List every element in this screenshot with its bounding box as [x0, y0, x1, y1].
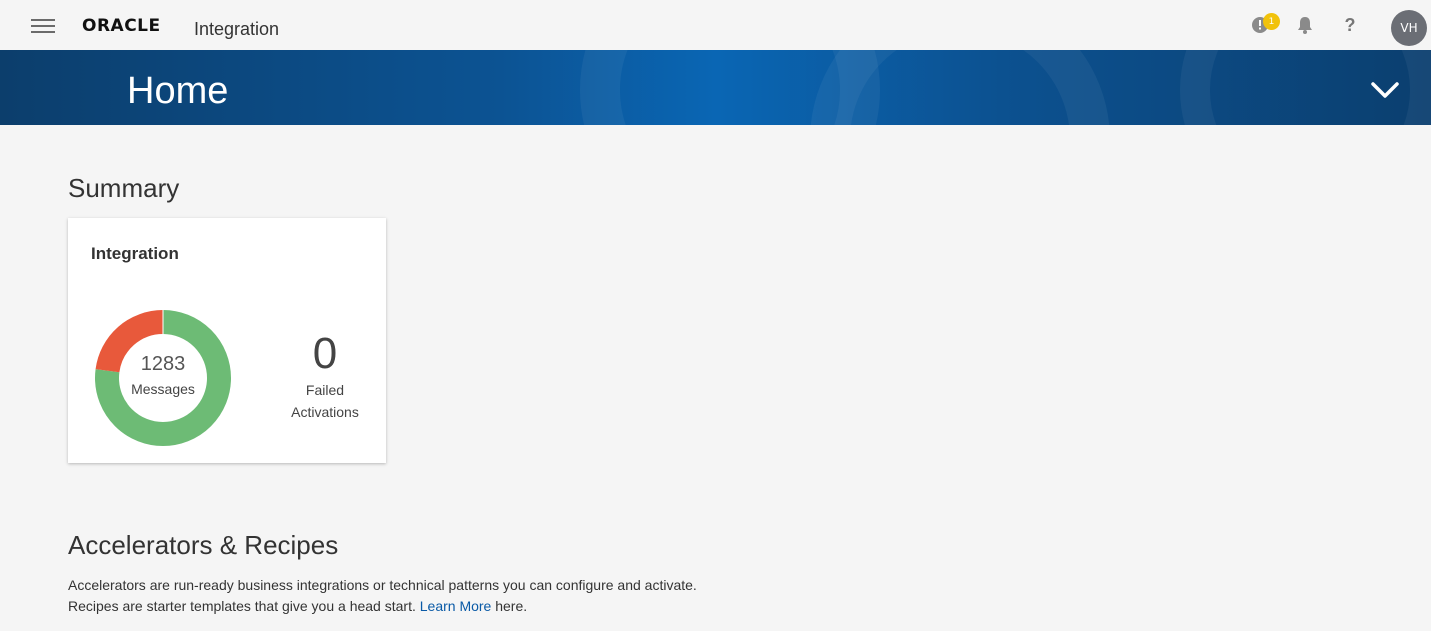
messages-label: Messages [131, 381, 195, 397]
line2-suffix: here. [495, 598, 528, 614]
avatar[interactable]: VH [1391, 10, 1427, 46]
chevron-down-icon[interactable] [1370, 80, 1400, 100]
messages-donut-chart [95, 310, 231, 446]
app-name: Integration [194, 19, 280, 39]
summary-heading: Summary [68, 173, 180, 203]
line2-prefix: Recipes are starter templates that give … [68, 598, 416, 614]
failed-activations-count: 0 [312, 329, 338, 378]
bell-icon[interactable] [1292, 12, 1318, 38]
accelerators-description-line1: Accelerators are run-ready business inte… [68, 577, 697, 593]
accelerators-heading: Accelerators & Recipes [68, 530, 339, 560]
card-title: Integration [91, 244, 179, 263]
learn-more-link[interactable]: Learn More [420, 598, 492, 614]
messages-count: 1283 [140, 353, 186, 375]
banner-decoration [810, 50, 1110, 125]
failed-label-line2: Activations [291, 404, 359, 420]
failed-activations-label: Failed Activations [275, 379, 375, 423]
help-icon[interactable]: ? [1337, 12, 1363, 38]
failed-label-line1: Failed [305, 382, 345, 398]
accelerators-description-line2: Recipes are starter templates that give … [68, 596, 868, 617]
page-title: Home [127, 70, 229, 112]
hamburger-menu-icon[interactable] [31, 17, 55, 33]
top-bar: ORACLE Integration 1 ? VH [0, 0, 1431, 50]
page-header-banner: Home [0, 50, 1431, 125]
integration-summary-card[interactable]: Integration 1283 Messages 0 Failed Activ… [68, 218, 386, 463]
oracle-logo: ORACLE [82, 16, 161, 36]
accelerators-description: Accelerators are run-ready business inte… [68, 575, 868, 617]
notification-badge: 1 [1263, 13, 1280, 30]
